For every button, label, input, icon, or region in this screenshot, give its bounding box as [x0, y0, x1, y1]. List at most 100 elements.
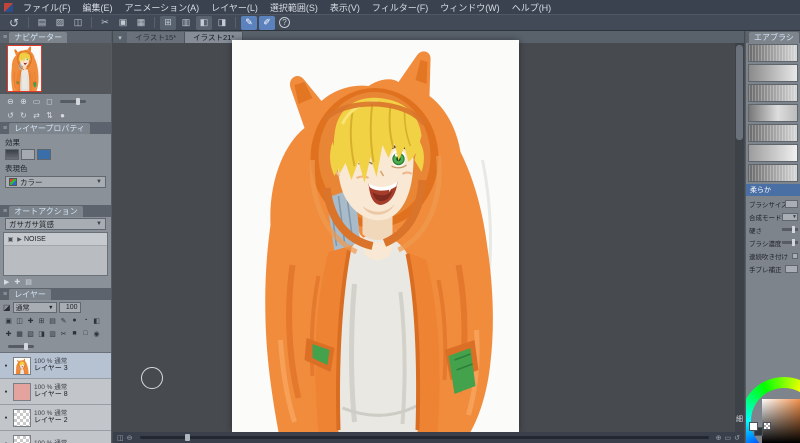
reset-view-icon[interactable]: ● [56, 111, 69, 120]
brush-tool-icon[interactable]: ✐ [259, 15, 275, 30]
brush-preview-item[interactable] [748, 144, 798, 162]
panel-menu-icon[interactable]: ≡ [3, 125, 7, 132]
rotate-right-icon[interactable]: ↻ [17, 111, 30, 120]
show-all-icon[interactable]: ◉ [91, 330, 102, 338]
expression-color-select[interactable]: カラー ▼ [5, 176, 106, 188]
blend-mode-select[interactable]: 通常 ▼ [12, 302, 57, 313]
zoom-out-icon[interactable]: ⊖ [4, 97, 17, 106]
clip-layer-icon[interactable]: ▣ [3, 317, 14, 325]
zoom-100-icon[interactable]: ◻ [43, 97, 56, 106]
subtool-group-tab[interactable]: エアブラシ [749, 31, 799, 43]
rotate-left-icon[interactable]: ↺ [4, 111, 17, 120]
nav-zoom-reset-icon[interactable]: ▭ [725, 434, 732, 442]
copy-icon[interactable]: ▣ [115, 16, 131, 30]
document-tab-1[interactable]: イラスト15* [127, 32, 186, 43]
snap-left-icon[interactable]: ◧ [196, 15, 212, 30]
param-continuous-spray[interactable]: 連続吹き付け [746, 249, 800, 262]
brush-size-field[interactable] [785, 199, 798, 208]
menu-layer[interactable]: レイヤー(L) [205, 0, 264, 14]
panel-menu-icon[interactable]: ≡ [3, 34, 7, 41]
action-play-icon[interactable]: ▶ [15, 236, 24, 243]
layer-name[interactable]: レイヤー 2 [34, 417, 68, 425]
selected-subtool[interactable]: 柔らか [746, 184, 800, 196]
visibility-eye-icon[interactable]: ● [2, 389, 10, 395]
new-layer-icon[interactable]: ✚ [25, 317, 36, 325]
menu-view[interactable]: 表示(V) [324, 0, 366, 14]
layer-color-effect-icon[interactable] [37, 149, 51, 160]
layer-property-header[interactable]: ≡ レイヤープロパティ [0, 122, 111, 134]
menu-file[interactable]: ファイル(F) [17, 0, 77, 14]
flip-vertical-icon[interactable]: ⇅ [43, 111, 56, 120]
merge-down-icon[interactable]: ◨ [36, 330, 47, 338]
action-menu-icon[interactable]: ▤ [25, 278, 32, 286]
menu-edit[interactable]: 編集(E) [77, 0, 119, 14]
layer-row[interactable]: ● 100 % 通常 レイヤー 2 [0, 405, 111, 431]
navigator-thumbnail[interactable] [7, 45, 42, 92]
navigator-zoom-slider[interactable] [60, 97, 86, 105]
layer-name[interactable]: レイヤー 8 [34, 391, 68, 399]
stabilization-field[interactable] [785, 264, 798, 273]
brush-preview-item[interactable] [748, 44, 798, 62]
grid-icon[interactable]: ⊞ [160, 15, 176, 30]
auto-action-item[interactable]: ▣ ▶ NOISE [4, 233, 107, 246]
canvas-zoom-slider[interactable] [139, 434, 709, 441]
brush-preview-item[interactable] [748, 64, 798, 82]
layer-thumbnail[interactable] [13, 408, 31, 427]
menu-help[interactable]: ヘルプ(H) [506, 0, 558, 14]
tone-effect-icon[interactable] [21, 149, 35, 160]
mask-layer-icon[interactable]: ▤ [47, 317, 58, 325]
visibility-eye-icon[interactable]: ● [2, 363, 10, 369]
menu-selection[interactable]: 選択範囲(S) [264, 0, 324, 14]
layer-thumbnail[interactable] [13, 434, 31, 443]
layer-thumbnail[interactable] [13, 356, 31, 375]
density-slider[interactable] [782, 239, 798, 246]
empty-layer-icon[interactable]: □ [80, 330, 91, 337]
canvas-vertical-scrollbar[interactable] [735, 43, 744, 432]
undo-icon[interactable]: ↺ [5, 16, 23, 30]
nav-zoom-out-icon[interactable]: ⊖ [127, 434, 133, 442]
add-layer-icon[interactable]: ✚ [3, 330, 14, 338]
ruler-icon[interactable]: ▥ [178, 16, 194, 30]
layer-name[interactable]: レイヤー 3 [34, 365, 68, 373]
brush-preview-item[interactable] [748, 164, 798, 182]
navigator-header[interactable]: ≡ ナビゲーター [0, 31, 111, 43]
auto-action-tab[interactable]: オートアクション [9, 205, 83, 217]
visibility-eye-icon[interactable]: ● [2, 415, 10, 421]
add-vector-layer-icon[interactable]: ▦ [14, 330, 25, 338]
layer-row[interactable]: ● 100 % 通常 レイヤー 8 [0, 379, 111, 405]
panel-menu-icon[interactable]: ≡ [3, 208, 7, 215]
scrollbar-thumb[interactable] [736, 45, 743, 140]
flip-horizontal-icon[interactable]: ⇄ [30, 111, 43, 120]
param-density[interactable]: ブラシ濃度 [746, 236, 800, 249]
param-brush-size[interactable]: ブラシサイズ [746, 197, 800, 210]
menu-filter[interactable]: フィルター(F) [366, 0, 434, 14]
layer-property-tab[interactable]: レイヤープロパティ [9, 122, 90, 134]
save-icon[interactable]: ◫ [70, 16, 86, 30]
subtool-header[interactable]: エアブラシ [746, 31, 800, 43]
layer-opacity-field[interactable]: 100 [58, 302, 81, 313]
new-folder-icon[interactable]: ⊞ [36, 317, 47, 325]
brush-preview-item[interactable] [748, 124, 798, 142]
snap-right-icon[interactable]: ◨ [214, 16, 230, 30]
navigator-tab[interactable]: ナビゲーター [9, 31, 68, 43]
main-color-swatch[interactable] [749, 422, 758, 431]
param-blend-mode[interactable]: 合成モード ▼ [746, 210, 800, 223]
auto-action-set-select[interactable]: ガサガサ質感 ▼ [5, 218, 106, 230]
help-icon[interactable]: ? [279, 17, 290, 28]
pen-tool-icon[interactable]: ✎ [241, 15, 257, 30]
delete-layer-icon[interactable]: ✂ [58, 330, 69, 338]
cut-icon[interactable]: ✂ [97, 16, 113, 30]
layer-mask-icon[interactable]: ▥ [47, 330, 58, 338]
add-action-icon[interactable]: ✚ [14, 278, 20, 286]
action-toggle-icon[interactable]: ▣ [6, 236, 15, 243]
menu-animation[interactable]: アニメーション(A) [119, 0, 206, 14]
reference-layer-icon[interactable]: ◫ [14, 317, 25, 325]
zoom-in-icon[interactable]: ⊕ [17, 97, 30, 106]
nav-rotate-reset-icon[interactable]: ↺ [734, 434, 740, 442]
draft-layer-icon[interactable]: ✎ [58, 317, 69, 325]
layer-palette-slider[interactable] [8, 342, 34, 350]
set-ruler-icon[interactable]: ◧ [91, 317, 102, 325]
combine-mode-icon[interactable]: ◪ [3, 303, 11, 312]
drawing-canvas[interactable] [232, 40, 519, 432]
brush-preview-item[interactable] [748, 104, 798, 122]
